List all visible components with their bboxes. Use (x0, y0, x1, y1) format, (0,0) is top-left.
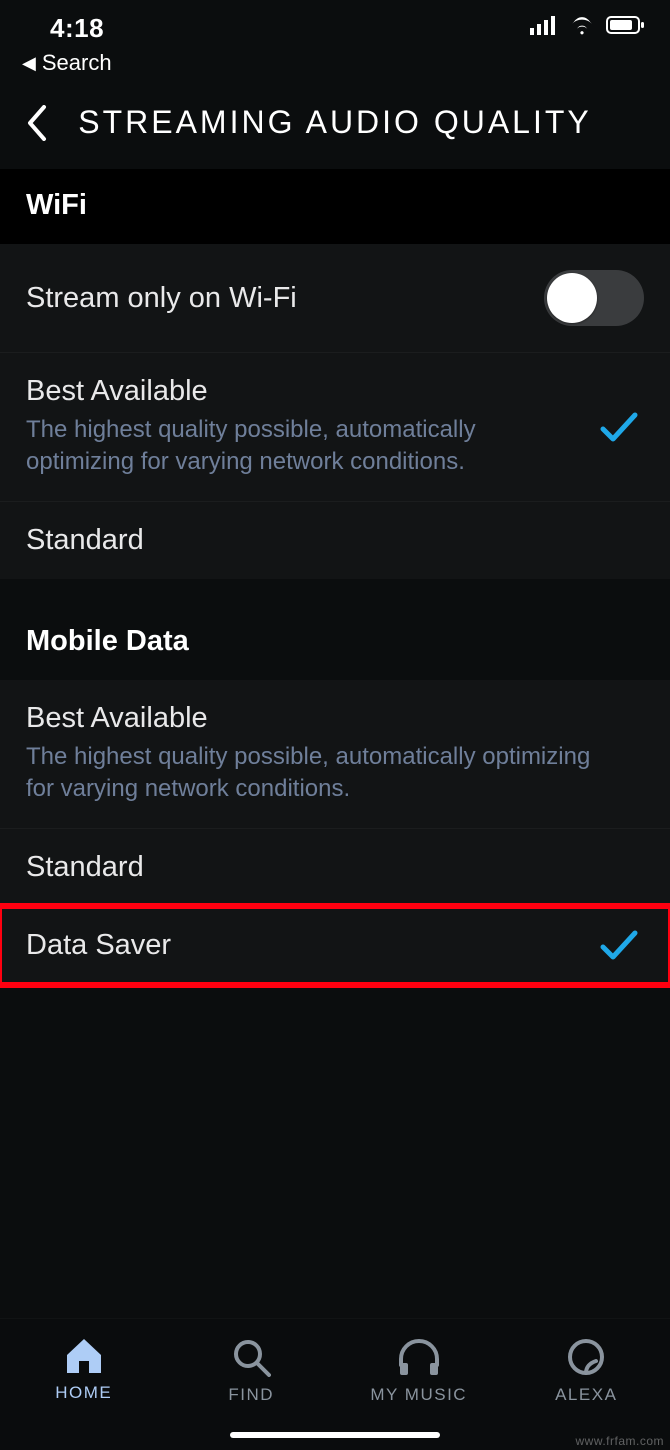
section-header-wifi: WiFi (0, 169, 670, 244)
chevron-left-icon (26, 105, 48, 141)
status-icons (530, 11, 646, 44)
wifi-option-standard[interactable]: Standard (0, 502, 670, 579)
battery-icon (606, 11, 646, 42)
mobile-option-standard[interactable]: Standard (0, 829, 670, 907)
home-indicator[interactable] (230, 1432, 440, 1438)
page-header: STREAMING AUDIO QUALITY (0, 86, 670, 169)
option-label: Standard (26, 524, 624, 557)
option-label: Standard (26, 851, 624, 884)
back-caret-icon: ◀ (22, 54, 36, 72)
tab-label: ALEXA (555, 1385, 617, 1405)
bottom-tab-bar: HOME FIND MY MUSIC ALEXA (0, 1318, 670, 1450)
page-title: STREAMING AUDIO QUALITY (64, 104, 660, 141)
stream-only-wifi-label: Stream only on Wi-Fi (26, 282, 524, 315)
wifi-option-best-available[interactable]: Best Available The highest quality possi… (0, 353, 670, 502)
headphones-icon (397, 1337, 441, 1377)
toggle-knob (547, 273, 597, 323)
alexa-icon (566, 1337, 606, 1377)
tab-find[interactable]: FIND (176, 1337, 326, 1405)
back-button[interactable] (10, 105, 64, 141)
option-label: Best Available (26, 375, 574, 408)
option-sub: The highest quality possible, automatica… (26, 741, 624, 806)
checkmark-icon (594, 929, 644, 961)
mobile-list: Best Available The highest quality possi… (0, 680, 670, 984)
section-header-mobile: Mobile Data (0, 621, 670, 680)
tab-label: FIND (228, 1385, 274, 1405)
nav-back-label: Search (42, 50, 112, 76)
status-time: 4:18 (50, 13, 104, 44)
option-label: Data Saver (26, 929, 574, 962)
tab-label: MY MUSIC (370, 1385, 467, 1405)
status-bar: 4:18 (0, 0, 670, 44)
tab-home[interactable]: HOME (9, 1337, 159, 1403)
tab-my-music[interactable]: MY MUSIC (344, 1337, 494, 1405)
option-sub: The highest quality possible, automatica… (26, 414, 574, 479)
cellular-signal-icon (530, 11, 558, 42)
checkmark-icon (594, 411, 644, 443)
tab-label: HOME (55, 1383, 112, 1403)
wifi-list: Stream only on Wi-Fi Best Available The … (0, 244, 670, 579)
home-icon (64, 1337, 104, 1375)
nav-back-search[interactable]: ◀ Search (0, 44, 670, 86)
watermark: www.frfam.com (575, 1434, 664, 1448)
tab-alexa[interactable]: ALEXA (511, 1337, 661, 1405)
stream-only-wifi-toggle[interactable] (544, 270, 644, 326)
mobile-option-data-saver[interactable]: Data Saver (0, 907, 670, 984)
search-icon (231, 1337, 271, 1377)
stream-only-wifi-row[interactable]: Stream only on Wi-Fi (0, 244, 670, 353)
option-label: Best Available (26, 702, 624, 735)
mobile-option-best-available[interactable]: Best Available The highest quality possi… (0, 680, 670, 829)
wifi-icon (568, 11, 596, 42)
